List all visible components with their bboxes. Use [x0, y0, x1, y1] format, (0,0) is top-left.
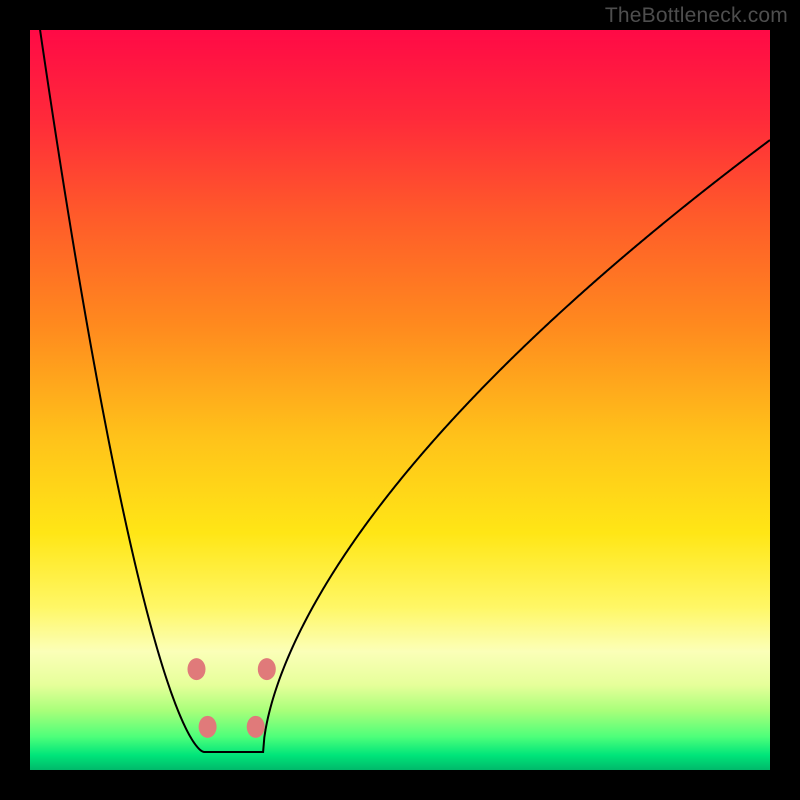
kink-marker	[199, 716, 217, 738]
kink-marker	[247, 716, 265, 738]
chart-stage: TheBottleneck.com	[0, 0, 800, 800]
bottleneck-chart	[30, 30, 770, 770]
kink-marker	[188, 658, 206, 680]
watermark-text: TheBottleneck.com	[605, 4, 788, 28]
kink-marker	[258, 658, 276, 680]
gradient-background	[30, 30, 770, 770]
plot-area	[30, 30, 770, 770]
